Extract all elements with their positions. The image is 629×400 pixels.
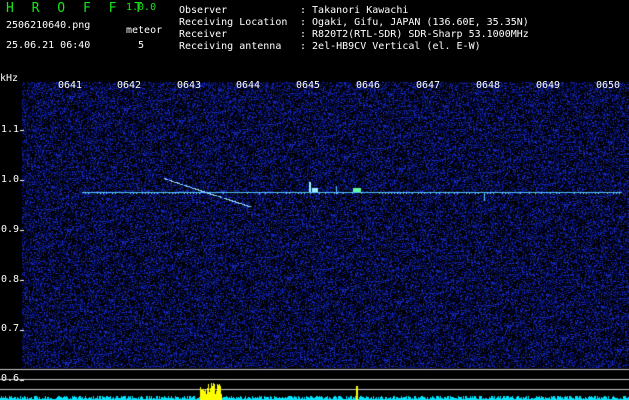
freq-tick-0-6: 0.6 — [1, 373, 20, 384]
header-panel: H R O F F T 1.0.0 2506210640.png 25.06.2… — [0, 0, 629, 76]
info-value-location: : Ogaki, Gifu, JAPAN (136.60E, 35.35N) — [300, 17, 529, 28]
info-key-antenna: Receiving antenna — [179, 41, 282, 52]
time-tick-0642: 0642 — [117, 80, 142, 91]
time-tick-0643: 0643 — [177, 80, 202, 91]
time-tick-0646: 0646 — [356, 80, 381, 91]
app-version: 1.0.0 — [126, 2, 157, 13]
file-name: 2506210640.png — [6, 20, 91, 31]
spectrogram-canvas — [0, 76, 629, 400]
time-tick-0641: 0641 — [58, 80, 83, 91]
unit-label: kHz — [0, 73, 19, 84]
info-key-receiver: Receiver — [179, 29, 228, 40]
time-tick-0645: 0645 — [296, 80, 321, 91]
info-value-observer: : Takanori Kawachi — [300, 5, 409, 16]
time-tick-0644: 0644 — [236, 80, 261, 91]
time-tick-0647: 0647 — [416, 80, 441, 91]
time-tick-0649: 0649 — [536, 80, 561, 91]
info-value-antenna: : 2el-HB9CV Vertical (el. E-W) — [300, 41, 481, 52]
info-key-observer: Observer — [179, 5, 228, 16]
info-key-location: Receiving Location — [179, 17, 288, 28]
date-time: 25.06.21 06:40 — [6, 40, 91, 51]
freq-tick-1-0: 1.0 — [1, 174, 20, 185]
time-tick-0650: 0650 — [596, 80, 621, 91]
meteor-count: 5 — [138, 40, 145, 51]
freq-tick-0-7: 0.7 — [1, 323, 20, 334]
freq-tick-0-9: 0.9 — [1, 224, 20, 235]
time-tick-0648: 0648 — [476, 80, 501, 91]
meteor-label: meteor — [126, 25, 163, 36]
freq-tick-0-8: 0.8 — [1, 274, 20, 285]
freq-tick-1-1: 1.1 — [1, 124, 20, 135]
info-value-receiver: : R820T2(RTL-SDR) SDR-Sharp 53.1000MHz — [300, 29, 529, 40]
